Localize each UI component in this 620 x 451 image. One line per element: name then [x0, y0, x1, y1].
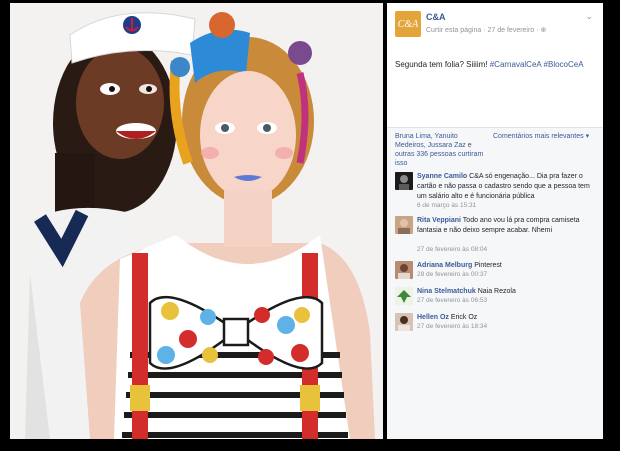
- post-hashtags[interactable]: #CarnavalCeA #BlocoCeA: [490, 60, 584, 69]
- comment-author[interactable]: Syanne Camilo: [417, 173, 467, 180]
- post-sidebar: C&A C&A Curtir esta página · 27 de fever…: [387, 3, 603, 439]
- comment-time[interactable]: 27 de fevereiro às 08:04: [417, 246, 487, 253]
- avatar[interactable]: [395, 313, 413, 331]
- comment-body: Rita Veppiani Todo ano vou lá pra compra…: [417, 216, 597, 236]
- post-photo[interactable]: [10, 3, 383, 439]
- post-date[interactable]: 27 de fevereiro: [488, 27, 535, 34]
- avatar[interactable]: [395, 172, 413, 190]
- chevron-down-icon[interactable]: ⌄: [585, 11, 593, 22]
- comment-author[interactable]: Hellen Oz: [417, 314, 449, 321]
- comment-text: Pinterest: [474, 262, 502, 269]
- comment-sort-toggle[interactable]: Comentários mais relevantes ▾: [493, 132, 589, 140]
- comment-text: Naia Rezola: [477, 288, 516, 295]
- avatar[interactable]: [395, 216, 413, 234]
- avatar[interactable]: [395, 287, 413, 305]
- left-suspender: [132, 253, 148, 439]
- model-left-face: [76, 47, 164, 159]
- comment-body: Syanne Camilo C&A só engenação... Dia pr…: [417, 172, 597, 202]
- comment-time[interactable]: 27 de fevereiro às 06:53: [417, 297, 487, 304]
- meta-dot-2: ·: [536, 27, 539, 34]
- comment-body: Hellen Oz Erick Oz: [417, 313, 597, 323]
- likes-summary: Bruna Lima, Yanuito Medeiros, Jussara Za…: [395, 132, 487, 168]
- comment-text: Erick Oz: [450, 314, 478, 321]
- comment-author[interactable]: Adriana Melburg: [417, 262, 472, 269]
- comment-item: Hellen Oz Erick Oz 27 de fevereiro às 18…: [395, 313, 599, 345]
- comment-author[interactable]: Rita Veppiani: [417, 217, 461, 224]
- comment-body: Nina Stelmatchuk Naia Rezola: [417, 287, 597, 297]
- page-logo[interactable]: C&A: [395, 11, 421, 37]
- likers-names[interactable]: Bruna Lima, Yanuito Medeiros, Jussara Za…: [395, 133, 466, 149]
- like-page-link[interactable]: Curtir esta página: [426, 27, 481, 34]
- likes-others[interactable]: outras 336 pessoas curtiram isso: [395, 151, 483, 167]
- globe-icon: ⊕: [540, 27, 547, 34]
- post-text: Segunda tem folia? Siiiim!: [395, 60, 490, 69]
- likes-connector: e: [465, 142, 472, 149]
- comment-time[interactable]: 6 de março às 15:31: [417, 202, 476, 209]
- comment-item: Rita Veppiani Todo ano vou lá pra compra…: [395, 216, 599, 253]
- comment-time[interactable]: 27 de fevereiro às 18:34: [417, 323, 487, 330]
- post-header: C&A C&A Curtir esta página · 27 de fever…: [395, 11, 597, 43]
- post-caption: Segunda tem folia? Siiiim! #CarnavalCeA …: [395, 59, 593, 71]
- comment-body: Adriana Melburg Pinterest: [417, 261, 597, 271]
- avatar[interactable]: [395, 261, 413, 279]
- page-name-link[interactable]: C&A: [426, 12, 446, 22]
- comment-time[interactable]: 28 de fevereiro às 00:37: [417, 271, 487, 278]
- comments-section: Bruna Lima, Yanuito Medeiros, Jussara Za…: [387, 127, 603, 439]
- comment-item: Syanne Camilo C&A só engenação... Dia pr…: [395, 172, 599, 209]
- post-meta: Curtir esta página · 27 de fevereiro · ⊕: [426, 26, 546, 34]
- photo-illustration: [10, 3, 383, 439]
- comment-author[interactable]: Nina Stelmatchuk: [417, 288, 476, 295]
